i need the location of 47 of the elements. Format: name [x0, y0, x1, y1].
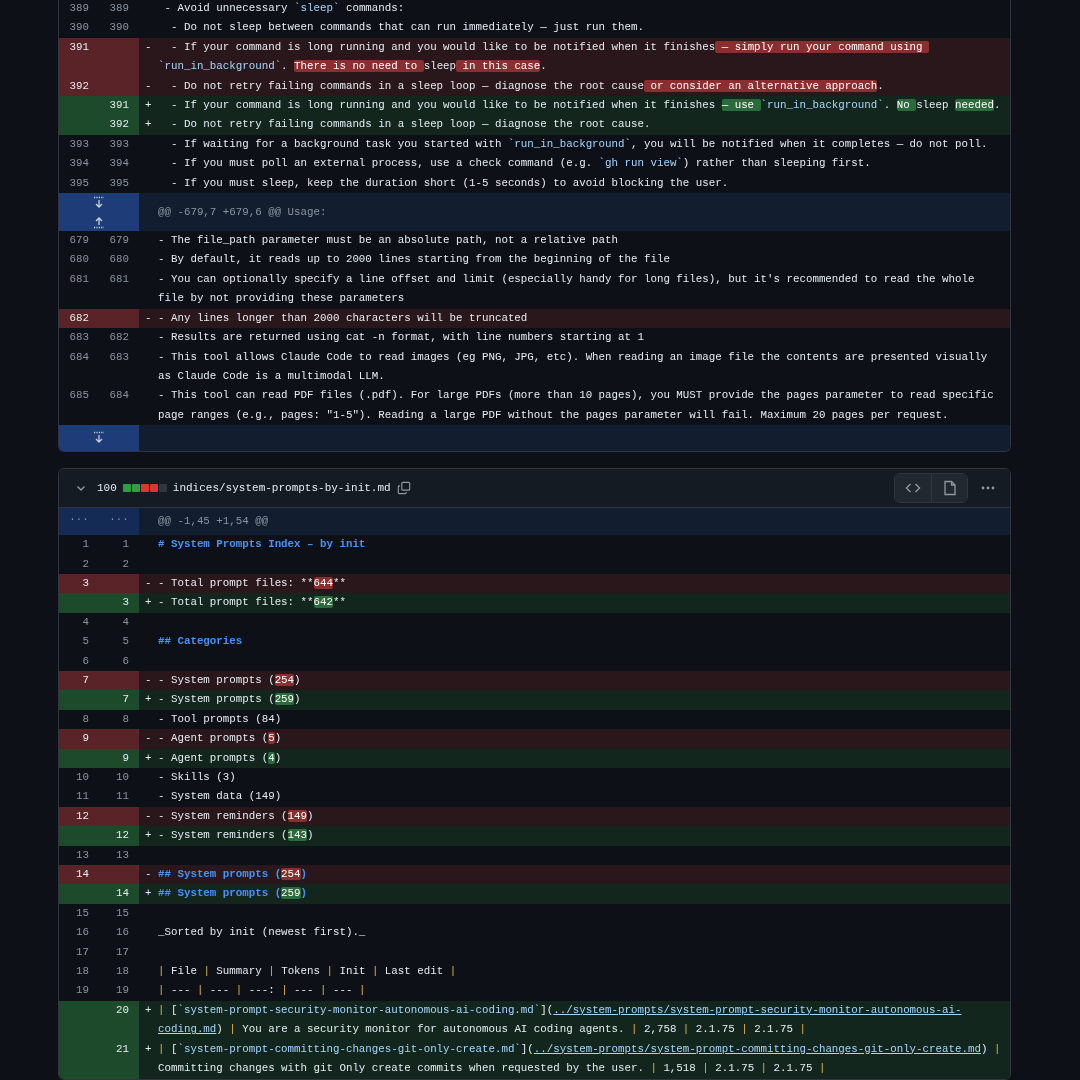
expand-down-icon [93, 195, 105, 210]
expand-button[interactable] [59, 212, 139, 232]
line-number: 392 [99, 115, 139, 135]
line-number: 20 [99, 1000, 139, 1040]
diff-marker: + [139, 593, 158, 613]
diffstat-square [140, 484, 149, 493]
line-number: 3 [59, 573, 99, 594]
diffstat-square [131, 484, 140, 493]
line-number: 12 [59, 806, 99, 827]
line-number: 391 [59, 37, 99, 77]
code-view-button[interactable] [895, 474, 931, 503]
line-number: 392 [59, 76, 99, 97]
file-icon [942, 480, 957, 497]
expand-gutter[interactable]: ... [59, 508, 99, 536]
file-path: indices/system-prompts-by-init.md [172, 482, 391, 495]
line-number: 14 [59, 865, 99, 885]
expand-gutter[interactable]: ... [99, 508, 139, 536]
kebab-icon [981, 486, 995, 491]
diff-marker: - [139, 865, 158, 885]
diff-marker: + [139, 96, 158, 116]
hunk-header: @@ -679,7 +679,6 @@ Usage: [139, 193, 1010, 232]
hunk-header: @@ -1,45 +1,54 @@ [139, 508, 1010, 536]
line-number: 14 [99, 884, 139, 904]
diffstat-square [158, 484, 167, 493]
diff-marker: + [139, 1000, 158, 1040]
copy-icon[interactable] [396, 481, 411, 496]
file-view-button[interactable] [931, 474, 967, 503]
diff-marker: - [139, 729, 158, 749]
line-number: 7 [59, 670, 99, 691]
change-count: 100 [97, 482, 117, 495]
diffstat-square [122, 484, 131, 493]
line-number: 12 [99, 826, 139, 846]
line-number: 3 [99, 593, 139, 613]
diff-marker: + [139, 1039, 158, 1079]
diff-marker: + [139, 690, 158, 710]
line-number: 21 [99, 1039, 139, 1079]
line-number: 7 [99, 690, 139, 710]
diff-marker: + [139, 884, 158, 904]
line-number: 9 [99, 748, 139, 768]
line-number: 9 [59, 729, 99, 749]
expand-button[interactable] [59, 193, 139, 213]
diff-marker: + [139, 826, 158, 846]
line-number: 682 [59, 308, 99, 329]
diffstat-square [149, 484, 158, 493]
diff-marker: - [139, 37, 158, 77]
line-number: 391 [99, 96, 139, 116]
diff-marker: + [139, 115, 158, 135]
